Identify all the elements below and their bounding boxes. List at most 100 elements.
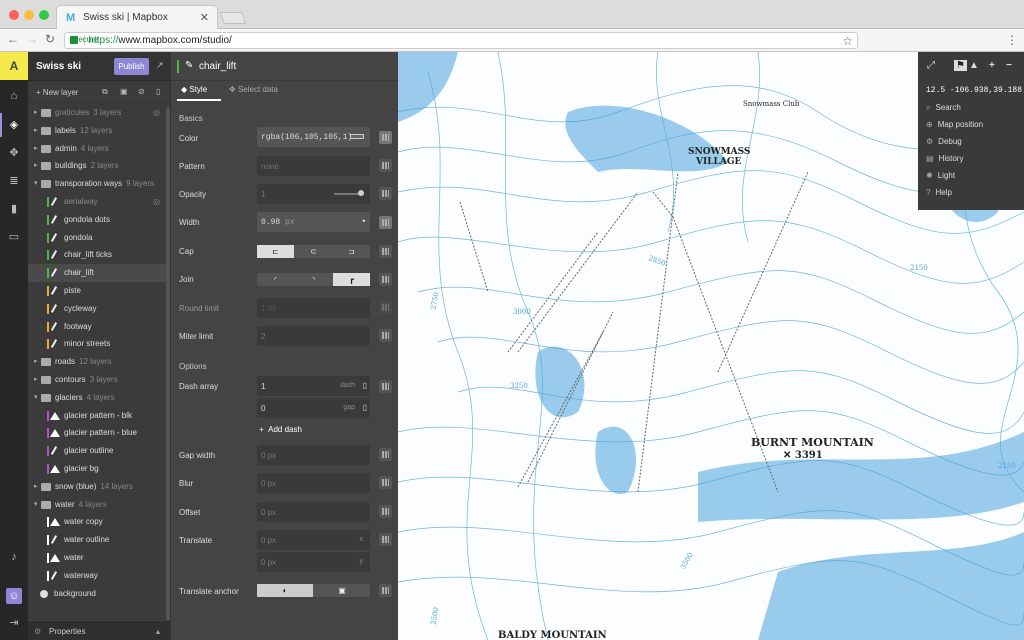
- layer-row[interactable]: ▾ transporation ways 9 layers: [28, 175, 170, 193]
- translate-zoom-function-button[interactable]: [379, 533, 392, 546]
- round-limit-input[interactable]: 1.05: [257, 298, 370, 318]
- cap-butt-option[interactable]: ⊏: [257, 245, 294, 258]
- layer-row[interactable]: ▸ contours 3 layers: [28, 371, 170, 389]
- translate-anchor-zoom-function-button[interactable]: [379, 584, 392, 597]
- layer-row[interactable]: ▾ water 4 layers: [28, 496, 170, 514]
- publish-button[interactable]: Publish: [114, 58, 149, 75]
- light-button[interactable]: ✺ Light: [926, 169, 955, 183]
- layer-row[interactable]: gondola: [28, 229, 170, 247]
- components-icon[interactable]: ✥: [6, 145, 22, 161]
- properties-toggle[interactable]: ⚙ Properties ▴: [28, 620, 170, 640]
- bell-icon[interactable]: ♪: [6, 549, 22, 565]
- miter-limit-zoom-function-button[interactable]: [379, 329, 392, 342]
- cap-zoom-function-button[interactable]: [379, 245, 392, 258]
- map-position-button[interactable]: ⊕ Map position: [926, 118, 983, 132]
- hidden-eye-icon[interactable]: ◎: [153, 193, 160, 211]
- browser-tab[interactable]: M Swiss ski | Mapbox ✕: [56, 5, 218, 29]
- debug-button[interactable]: ⚙ Debug: [926, 135, 962, 149]
- folder-icon[interactable]: ▭: [6, 229, 22, 245]
- layer-row[interactable]: chair_lift: [28, 264, 170, 283]
- layer-row[interactable]: piste: [28, 282, 170, 300]
- join-round-option[interactable]: ◝: [295, 273, 332, 286]
- close-window-button[interactable]: [9, 10, 19, 20]
- new-tab-button[interactable]: [219, 12, 247, 24]
- miter-limit-input[interactable]: 2: [257, 326, 370, 346]
- external-link-icon[interactable]: ↗: [156, 60, 164, 71]
- translate-y-input[interactable]: 0 px y: [257, 552, 370, 572]
- color-zoom-function-button[interactable]: [379, 131, 392, 144]
- layer-row[interactable]: ▸ buildings 2 layers: [28, 157, 170, 175]
- zoom-out-button[interactable]: −: [1006, 60, 1012, 71]
- gap-input[interactable]: 0 gap ▯: [257, 398, 370, 418]
- new-layer-button[interactable]: + New layer: [36, 88, 78, 97]
- layer-row[interactable]: ▾ glaciers 4 layers: [28, 389, 170, 407]
- opacity-zoom-function-button[interactable]: [379, 187, 392, 200]
- history-button[interactable]: ▤ History: [926, 152, 963, 166]
- layer-row[interactable]: water: [28, 549, 170, 567]
- minimize-window-button[interactable]: [24, 10, 34, 20]
- dash-array-zoom-function-button[interactable]: [379, 380, 392, 393]
- blur-zoom-function-button[interactable]: [379, 476, 392, 489]
- cap-square-option[interactable]: ⊐: [333, 245, 370, 258]
- width-curve-icon[interactable]: ▾: [362, 217, 366, 226]
- translate-x-input[interactable]: 0 px x: [257, 530, 370, 550]
- opacity-slider[interactable]: [334, 190, 364, 196]
- offset-zoom-function-button[interactable]: [379, 505, 392, 518]
- anchor-viewport-option[interactable]: ▣: [314, 584, 370, 597]
- maximize-window-button[interactable]: [39, 10, 49, 20]
- layer-row[interactable]: water copy: [28, 513, 170, 531]
- layer-row[interactable]: minor streets: [28, 335, 170, 353]
- gap-trash-icon[interactable]: ▯: [363, 403, 367, 412]
- layer-row[interactable]: aerialway ◎: [28, 193, 170, 211]
- map-search-button[interactable]: ⌕ Search: [926, 101, 961, 115]
- layer-row[interactable]: ▸ graticules 3 layers ◎: [28, 104, 170, 122]
- north-arrow-icon[interactable]: ▲: [969, 60, 979, 71]
- layer-row[interactable]: ▸ labels 12 layers: [28, 122, 170, 140]
- join-zoom-function-button[interactable]: [379, 273, 392, 286]
- gap-width-zoom-function-button[interactable]: [379, 448, 392, 461]
- width-input[interactable]: 0.98 px ▾: [257, 212, 370, 232]
- inspect-icon[interactable]: ⚑: [954, 60, 967, 71]
- anchor-map-option[interactable]: ◐: [257, 584, 313, 597]
- layer-row[interactable]: waterway: [28, 567, 170, 585]
- offset-input[interactable]: 0 px: [257, 502, 370, 522]
- layer-row[interactable]: background: [28, 585, 170, 603]
- hide-icon[interactable]: ⊘: [138, 87, 145, 96]
- gap-width-input[interactable]: 0 px: [257, 445, 370, 465]
- tab-select-data[interactable]: ✥ Select data: [229, 85, 278, 94]
- layer-row[interactable]: glacier outline: [28, 442, 170, 460]
- add-dash-button[interactable]: + Add dash: [259, 425, 302, 434]
- home-icon[interactable]: ⌂: [6, 88, 22, 104]
- trash-icon[interactable]: ▯: [156, 87, 160, 96]
- layer-row[interactable]: glacier pattern - blk: [28, 407, 170, 425]
- width-zoom-function-button[interactable]: [379, 216, 392, 229]
- layer-row[interactable]: chair_lift ticks: [28, 246, 170, 264]
- color-input[interactable]: rgba(106,105,105,1): [257, 127, 370, 147]
- url-field[interactable]: Secure | https://www.mapbox.com/studio/ …: [64, 32, 858, 49]
- cap-round-option[interactable]: ⊂: [295, 245, 332, 258]
- layer-row[interactable]: cycleway: [28, 300, 170, 318]
- browser-menu-icon[interactable]: ⋮: [1006, 33, 1018, 47]
- opacity-input[interactable]: 1: [257, 184, 370, 204]
- tab-style[interactable]: ◆ Style: [181, 85, 207, 94]
- layer-row[interactable]: gondola dots: [28, 211, 170, 229]
- zoom-in-button[interactable]: +: [989, 60, 995, 71]
- round-limit-zoom-function-button[interactable]: [379, 301, 392, 314]
- group-icon[interactable]: ▣: [120, 87, 128, 96]
- dash-input[interactable]: 1 dash ▯: [257, 376, 370, 396]
- close-tab-icon[interactable]: ✕: [200, 11, 209, 24]
- layer-row[interactable]: glacier pattern - blue: [28, 424, 170, 442]
- forward-icon[interactable]: →: [26, 32, 38, 46]
- help-button[interactable]: ? Help: [926, 186, 952, 200]
- blur-input[interactable]: 0 px: [257, 473, 370, 493]
- join-bevel-option[interactable]: ◜: [257, 273, 294, 286]
- layer-row[interactable]: glacier bg: [28, 460, 170, 478]
- layer-row[interactable]: water outline: [28, 531, 170, 549]
- stats-icon[interactable]: ▮: [6, 201, 22, 217]
- dash-trash-icon[interactable]: ▯: [363, 381, 367, 390]
- studio-logo-icon[interactable]: A: [0, 52, 28, 80]
- layer-row[interactable]: ▸ snow (blue) 14 layers: [28, 478, 170, 496]
- hidden-eye-icon[interactable]: ◎: [153, 104, 160, 122]
- layer-row[interactable]: ▸ admin 4 layers: [28, 140, 170, 158]
- bookmark-star-icon[interactable]: ☆: [842, 34, 853, 48]
